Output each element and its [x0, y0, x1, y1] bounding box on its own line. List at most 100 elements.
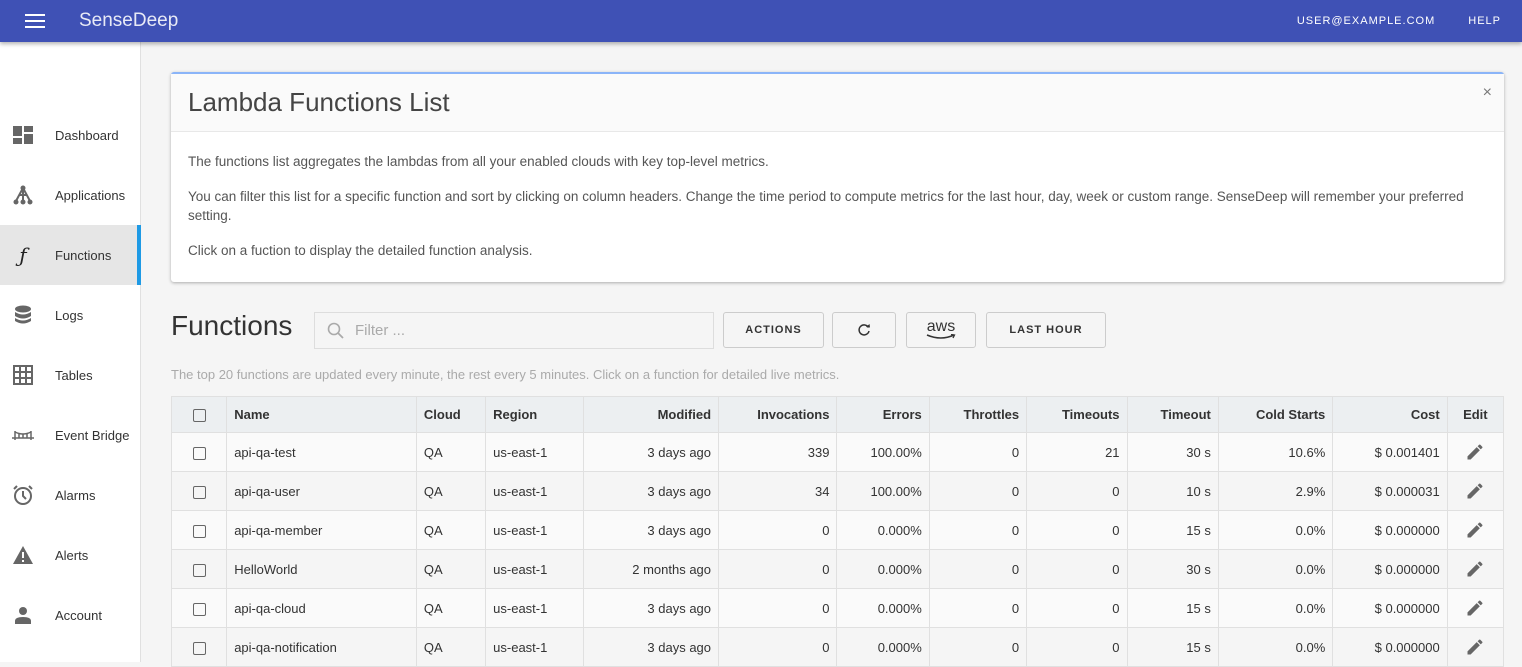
sidebar-item-applications[interactable]: Applications: [0, 165, 140, 225]
region-cell: us-east-1: [485, 588, 584, 628]
aws-logo-icon: aws: [926, 318, 956, 335]
timeouts-cell: 0: [1026, 588, 1128, 628]
column-header-cloud[interactable]: Cloud: [415, 396, 487, 433]
sidebar-item-label: Dashboard: [55, 127, 119, 143]
table-row[interactable]: api-qa-user QA us-east-1 3 days ago 34 1…: [170, 471, 1505, 511]
cost-cell: $ 0.001401: [1332, 432, 1448, 472]
timeouts-cell: 21: [1026, 432, 1128, 472]
edit-pencil-icon[interactable]: [1465, 598, 1485, 618]
edit-pencil-icon[interactable]: [1465, 481, 1485, 501]
region-cell: us-east-1: [485, 432, 584, 472]
edit-cell: [1446, 588, 1505, 628]
errors-cell: 100.00%: [836, 471, 930, 511]
table-row[interactable]: api-qa-test QA us-east-1 3 days ago 339 …: [170, 432, 1505, 472]
sidebar-item-alerts[interactable]: Alerts: [0, 525, 140, 585]
sidebar-item-functions[interactable]: ƒ Functions: [0, 225, 141, 285]
row-select-cell: [170, 549, 228, 589]
function-name-cell[interactable]: api-qa-notification: [226, 627, 417, 667]
edit-pencil-icon[interactable]: [1465, 442, 1485, 462]
select-all-checkbox[interactable]: [192, 409, 206, 423]
time-period-button[interactable]: LAST HOUR: [986, 312, 1106, 348]
hamburger-menu-icon[interactable]: [25, 14, 45, 28]
sidebar-item-event-bridge[interactable]: Event Bridge: [0, 405, 140, 465]
info-card: Lambda Functions List × The functions li…: [171, 72, 1504, 282]
table-row[interactable]: api-qa-notification QA us-east-1 3 days …: [170, 627, 1505, 667]
filter-input[interactable]: [355, 322, 695, 339]
function-name-cell[interactable]: api-qa-user: [226, 471, 417, 511]
column-header-modified[interactable]: Modified: [582, 396, 720, 433]
cloud-select-button[interactable]: aws: [906, 312, 976, 348]
actions-button[interactable]: ACTIONS: [723, 312, 824, 348]
timeout-cell: 30 s: [1126, 432, 1219, 472]
row-checkbox[interactable]: [192, 446, 206, 460]
sidebar-item-logs[interactable]: Logs: [0, 285, 140, 345]
throttles-cell: 0: [928, 471, 1028, 511]
column-header-cost[interactable]: Cost: [1332, 396, 1448, 433]
timeout-cell: 10 s: [1126, 471, 1219, 511]
row-select-cell: [170, 510, 228, 550]
throttles-cell: 0: [928, 510, 1028, 550]
filter-field[interactable]: [314, 312, 714, 349]
column-header-timeouts[interactable]: Timeouts: [1026, 396, 1128, 433]
edit-pencil-icon[interactable]: [1465, 637, 1485, 657]
column-header-edit: Edit: [1446, 396, 1505, 433]
timeout-cell: 15 s: [1126, 588, 1219, 628]
row-checkbox[interactable]: [192, 563, 206, 577]
function-name-cell[interactable]: api-qa-cloud: [226, 588, 417, 628]
row-select-cell: [170, 627, 228, 667]
update-hint: The top 20 functions are updated every m…: [171, 367, 840, 382]
cold-starts-cell: 2.9%: [1217, 471, 1334, 511]
bridge-icon: [12, 424, 34, 446]
column-header-region[interactable]: Region: [485, 396, 584, 433]
sidebar-item-account[interactable]: Account: [0, 585, 140, 645]
column-header-errors[interactable]: Errors: [836, 396, 930, 433]
invocations-cell: 339: [718, 432, 838, 472]
sidebar-item-dashboard[interactable]: Dashboard: [0, 105, 140, 165]
function-name-cell[interactable]: HelloWorld: [226, 549, 417, 589]
cost-cell: $ 0.000000: [1332, 510, 1448, 550]
alarm-clock-icon: [12, 484, 34, 506]
cold-starts-cell: 0.0%: [1217, 510, 1334, 550]
sidebar-item-label: Applications: [55, 187, 126, 203]
timeouts-cell: 0: [1026, 471, 1128, 511]
timeout-cell: 15 s: [1126, 627, 1219, 667]
info-card-title: Lambda Functions List: [188, 87, 450, 117]
user-account-link[interactable]: USER@EXAMPLE.COM: [1297, 15, 1435, 27]
cold-starts-cell: 10.6%: [1217, 432, 1334, 472]
row-checkbox[interactable]: [192, 602, 206, 616]
cloud-cell: QA: [415, 549, 487, 589]
help-link[interactable]: HELP: [1468, 15, 1501, 27]
table-row[interactable]: HelloWorld QA us-east-1 2 months ago 0 0…: [170, 549, 1505, 589]
modified-cell: 3 days ago: [582, 627, 720, 667]
edit-pencil-icon[interactable]: [1465, 559, 1485, 579]
app-brand[interactable]: SenseDeep: [79, 10, 178, 32]
column-header-throttles[interactable]: Throttles: [928, 396, 1028, 433]
edit-cell: [1446, 432, 1505, 472]
edit-cell: [1446, 627, 1505, 667]
function-name-cell[interactable]: api-qa-test: [226, 432, 417, 472]
errors-cell: 0.000%: [836, 588, 930, 628]
table-row[interactable]: api-qa-cloud QA us-east-1 3 days ago 0 0…: [170, 588, 1505, 628]
edit-pencil-icon[interactable]: [1465, 520, 1485, 540]
cloud-cell: QA: [415, 432, 487, 472]
row-checkbox[interactable]: [192, 524, 206, 538]
row-checkbox[interactable]: [192, 485, 206, 499]
table-row[interactable]: api-qa-member QA us-east-1 3 days ago 0 …: [170, 510, 1505, 550]
row-checkbox[interactable]: [192, 641, 206, 655]
refresh-button[interactable]: [832, 312, 896, 348]
warning-icon: [12, 544, 34, 566]
sidebar-item-label: Functions: [55, 247, 112, 263]
column-header-cold-starts[interactable]: Cold Starts: [1217, 396, 1334, 433]
info-paragraph: You can filter this list for a specific …: [188, 189, 1464, 223]
function-name-cell[interactable]: api-qa-member: [226, 510, 417, 550]
column-header-timeout[interactable]: Timeout: [1126, 396, 1219, 433]
close-icon[interactable]: ×: [1483, 84, 1492, 102]
sidebar-item-alarms[interactable]: Alarms: [0, 465, 140, 525]
column-header-invocations[interactable]: Invocations: [718, 396, 838, 433]
throttles-cell: 0: [928, 627, 1028, 667]
functions-table: Name Cloud Region Modified Invocations E…: [170, 396, 1505, 667]
invocations-cell: 0: [718, 549, 838, 589]
sidebar-item-tables[interactable]: Tables: [0, 345, 140, 405]
column-header-name[interactable]: Name: [226, 396, 417, 433]
main-content: Lambda Functions List × The functions li…: [141, 42, 1522, 667]
